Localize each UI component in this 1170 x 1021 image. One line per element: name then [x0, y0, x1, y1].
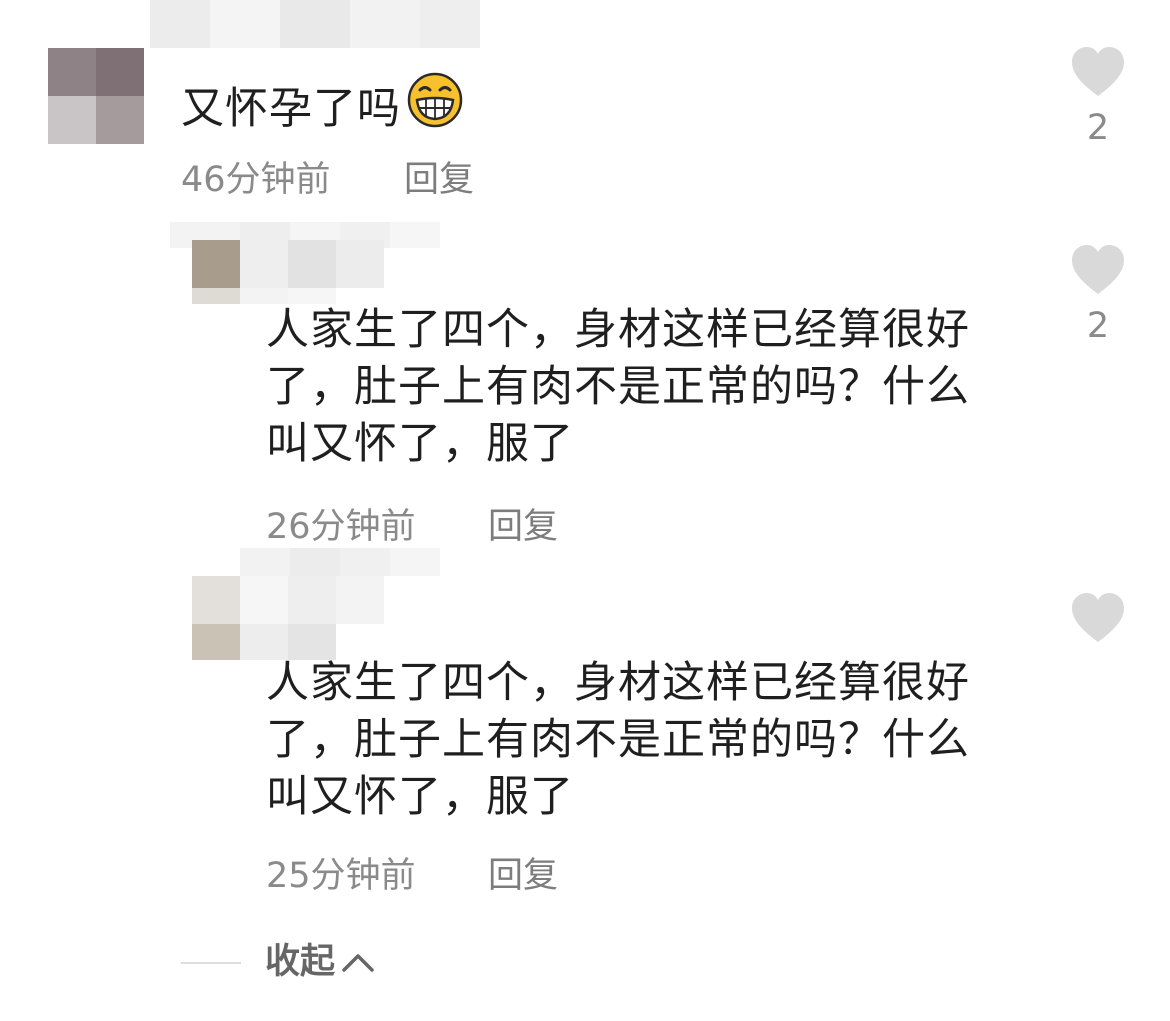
collapse-divider	[181, 962, 241, 964]
reply-button[interactable]: 回复	[488, 507, 558, 547]
collapse-label: 收起	[265, 942, 336, 982]
reply-timestamp: 26分钟前	[266, 507, 416, 547]
heart-icon[interactable]	[1070, 592, 1126, 644]
reply-button[interactable]: 回复	[404, 160, 474, 200]
chevron-up-icon	[341, 951, 375, 973]
reply-text: 人家生了四个，身材这样已经算很好 了，肚子上有肉不是正常的吗？什么 叫又怀了，服…	[266, 658, 970, 822]
grinning-face-emoji	[405, 72, 465, 143]
heart-icon[interactable]	[1070, 46, 1126, 98]
reply-timestamp: 25分钟前	[266, 856, 416, 896]
obscured-username-top	[150, 0, 480, 48]
like-count: 2	[1086, 306, 1110, 346]
avatar[interactable]	[48, 48, 144, 144]
avatar[interactable]	[192, 240, 384, 304]
avatar[interactable]	[192, 576, 384, 660]
collapse-button[interactable]: 收起	[265, 942, 375, 982]
like-count: 2	[1086, 108, 1110, 148]
comment-timestamp: 46分钟前	[181, 160, 331, 200]
comment-text: 又怀孕了吗	[181, 72, 465, 147]
reply-text: 人家生了四个，身材这样已经算很好 了，肚子上有肉不是正常的吗？什么 叫又怀了，服…	[266, 305, 970, 469]
reply-button[interactable]: 回复	[488, 856, 558, 896]
obscured-username	[240, 548, 440, 576]
heart-icon[interactable]	[1070, 244, 1126, 296]
